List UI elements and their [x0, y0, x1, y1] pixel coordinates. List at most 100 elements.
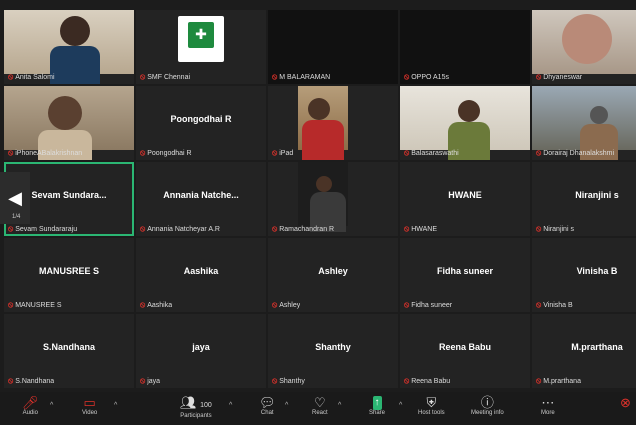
participant-label-text: jaya [147, 377, 161, 385]
mic-muted-icon: ⦸ [272, 300, 278, 309]
person-silhouette [316, 176, 332, 192]
end-call-icon: ⊗ [620, 395, 631, 410]
share-button[interactable]: ↑ Share [369, 396, 385, 416]
participant-tile[interactable]: M.prarthana ⦸ M.prarthana [532, 314, 636, 388]
mic-muted-icon: ⦸ [536, 72, 542, 81]
participant-name-label: ⦸ Fidha suneer [404, 300, 452, 310]
more-button[interactable]: ⋯ More [541, 396, 555, 417]
participants-caret-icon[interactable]: ^ [229, 402, 232, 409]
participant-label-text: Balasaraswathi [411, 149, 459, 157]
participant-video [4, 10, 134, 84]
person-silhouette [308, 98, 330, 120]
participant-tile[interactable]: ⦸ Ramachandran R [268, 162, 398, 236]
video-label: Video [82, 410, 98, 416]
mic-muted-icon: ⦸ [404, 376, 410, 385]
video-button[interactable]: ▭ Video [82, 396, 98, 417]
participant-name-label: ⦸ iPad [272, 148, 293, 158]
participant-name-label: ⦸ Vinisha B [536, 300, 573, 310]
host-tools-label: Host tools [418, 410, 445, 416]
participants-icon: 👥︎ 100 [180, 395, 212, 410]
share-caret-icon[interactable]: ^ [399, 402, 402, 409]
participant-tile[interactable]: HWANE ⦸ HWANE [400, 162, 530, 236]
mic-muted-icon: ⦸ [140, 148, 146, 157]
mic-muted-icon: ⦸ [536, 148, 542, 157]
meeting-info-label: Meeting info [471, 410, 504, 416]
participant-name-label: ⦸ Poongodhai R [140, 148, 192, 158]
participant-name-label: ⦸ Aashika [140, 300, 172, 310]
participant-name-label: ⦸ M BALARAMAN [272, 72, 330, 82]
audio-caret-icon[interactable]: ^ [50, 402, 53, 409]
chat-icon: 💬︎ [259, 395, 276, 410]
participant-tile[interactable]: jaya ⦸ jaya [136, 314, 266, 388]
participant-tile[interactable]: ⦸ iPad [268, 86, 398, 160]
mic-muted-icon: ⦸ [404, 300, 410, 309]
participant-name-label: ⦸ jaya [140, 376, 160, 386]
participant-tile[interactable]: Poongodhai R ⦸ Poongodhai R [136, 86, 266, 160]
participant-tile[interactable]: S.Nandhana ⦸ S.Nandhana [4, 314, 134, 388]
participant-tile[interactable]: ⦸ Balasaraswathi [400, 86, 530, 160]
video-caret-icon[interactable]: ^ [114, 402, 117, 409]
participant-tile[interactable]: Annania Natche... ⦸ Annania Natcheyar A.R [136, 162, 266, 236]
participant-name-label: ⦸ OPPO A15s [404, 72, 449, 82]
chat-caret-icon[interactable]: ^ [285, 402, 288, 409]
participant-tile[interactable]: ⦸ M BALARAMAN [268, 10, 398, 84]
mic-muted-icon: ⦸ [140, 72, 146, 81]
participant-tile[interactable]: ⦸ Dorairaj Dhanalakshmi [532, 86, 636, 160]
participant-label-text: iPad [279, 149, 294, 157]
participant-tile[interactable]: ⦸ OPPO A15s [400, 10, 530, 84]
react-caret-icon[interactable]: ^ [338, 402, 341, 409]
participant-name-label: ⦸ SMF Chennai [140, 72, 190, 82]
participant-display-name: M.prarthana [571, 342, 623, 352]
participant-tile[interactable]: Shanthy ⦸ Shanthy [268, 314, 398, 388]
participants-count: 100 [200, 402, 212, 409]
participant-label-text: Anita Salomi [15, 73, 55, 81]
participant-display-name: Aashika [183, 266, 219, 276]
participant-tile[interactable]: Aashika ⦸ Aashika [136, 238, 266, 312]
participant-label-text: Ashley [279, 301, 301, 309]
participant-tile[interactable]: ⦸ Dhyaneswar [532, 10, 636, 84]
participant-tile[interactable]: Reena Babu ⦸ Reena Babu [400, 314, 530, 388]
participant-video [400, 86, 530, 160]
participant-tile[interactable]: ⦸ Anita Salomi [4, 10, 134, 84]
chat-button[interactable]: 💬︎ Chat [259, 395, 276, 417]
participant-label-text: S.Nandhana [15, 377, 55, 385]
participant-label-text: OPPO A15s [411, 73, 449, 81]
meeting-info-button[interactable]: ⓘ Meeting info [471, 396, 504, 417]
host-tools-button[interactable]: ⛨ Host tools [418, 395, 445, 417]
participant-name-label: ⦸ Sevam Sundararaju [8, 224, 77, 234]
participant-name-label: ⦸ Ramachandran R [272, 224, 334, 234]
mic-muted-icon: ⦸ [536, 300, 542, 309]
react-button[interactable]: ♡ React [312, 396, 328, 417]
mic-muted-icon: ⦸ [536, 376, 542, 385]
participant-label-text: MANUSREE S [15, 301, 62, 309]
chat-label: Chat [260, 410, 274, 416]
participant-tile[interactable]: ✚ ⦸ SMF Chennai [136, 10, 266, 84]
participant-label-text: Niranjini s [543, 225, 574, 233]
participant-tile[interactable]: MANUSREE S ⦸ MANUSREE S [4, 238, 134, 312]
participant-label-text: Sevam Sundararaju [15, 225, 78, 233]
mic-muted-icon: ⦸ [140, 224, 146, 233]
participant-label-text: Aashika [147, 301, 173, 309]
end-button[interactable]: ⊗ [620, 396, 631, 410]
mic-muted-icon: ⦸ [404, 72, 410, 81]
participant-label-text: Vinisha B [543, 301, 573, 309]
participant-display-name: jaya [192, 342, 210, 352]
participant-tile[interactable]: Vinisha B ⦸ Vinisha B [532, 238, 636, 312]
shield-icon: ⛨ [426, 395, 437, 410]
participant-display-name: Fidha suneer [436, 266, 493, 276]
participant-name-label: ⦸ Anita Salomi [8, 72, 55, 82]
participants-button[interactable]: 👥︎ 100 Participants [180, 395, 212, 420]
participant-name-label: ⦸ iPhoneABalakrishnan [8, 148, 82, 158]
share-label: Share [369, 410, 386, 416]
more-label: More [541, 410, 555, 416]
participant-tile[interactable]: ⦸ iPhoneABalakrishnan [4, 86, 134, 160]
mic-muted-icon: 🎤︎ [22, 395, 39, 410]
audio-button[interactable]: 🎤︎ Audio [22, 395, 39, 417]
audio-label: Audio [22, 410, 38, 416]
participant-tile[interactable]: Niranjini s ⦸ Niranjini s [532, 162, 636, 236]
participant-tile[interactable]: Ashley ⦸ Ashley [268, 238, 398, 312]
participant-tile[interactable]: Fidha suneer ⦸ Fidha suneer [400, 238, 530, 312]
participant-name-label: ⦸ Dhyaneswar [536, 72, 582, 82]
mic-muted-icon: ⦸ [8, 72, 14, 81]
participant-display-name: Shanthy [315, 342, 351, 352]
